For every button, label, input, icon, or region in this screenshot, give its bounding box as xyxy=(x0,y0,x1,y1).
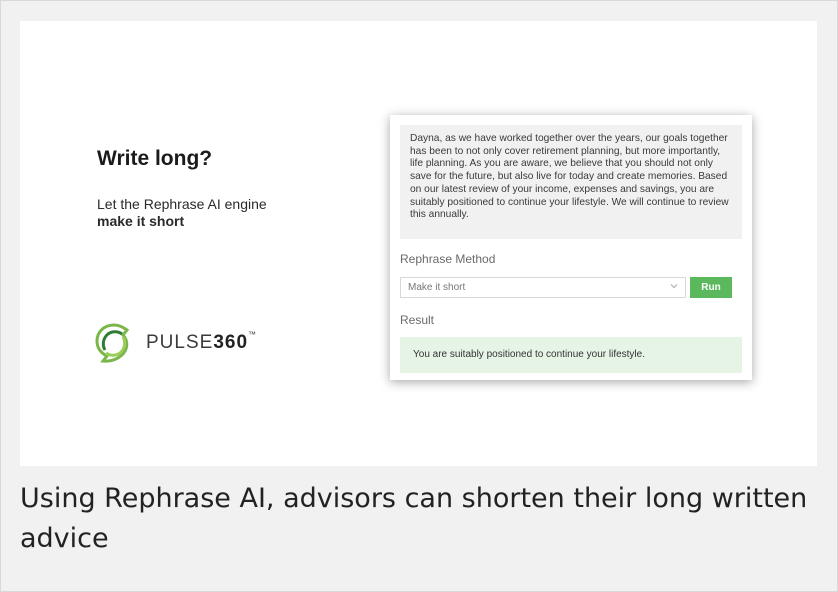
chevron-down-icon xyxy=(670,284,678,289)
source-text-area[interactable]: Dayna, as we have worked together over t… xyxy=(400,125,742,239)
rephrase-method-select[interactable]: Make it short xyxy=(400,277,686,298)
result-text: You are suitably positioned to continue … xyxy=(400,337,742,373)
run-button[interactable]: Run xyxy=(690,277,732,298)
caption: Using Rephrase AI, advisors can shorten … xyxy=(20,483,808,554)
logo-wordmark: PULSE360™ xyxy=(146,330,258,353)
subheadline: Let the Rephrase AI engine make it short xyxy=(97,196,267,230)
rephrase-method-label: Rephrase Method xyxy=(400,252,496,266)
card: Write long? Let the Rephrase AI engine m… xyxy=(0,0,838,592)
pulse360-logo-icon xyxy=(95,323,130,363)
subheadline-text: Let the Rephrase AI engine xyxy=(97,196,267,212)
subheadline-bold: make it short xyxy=(97,213,185,229)
rephrase-app-panel: Dayna, as we have worked together over t… xyxy=(390,115,752,380)
screenshot-slide: Write long? Let the Rephrase AI engine m… xyxy=(20,21,817,466)
pulse360-logo: PULSE360™ xyxy=(92,321,257,365)
rephrase-method-value: Make it short xyxy=(408,282,466,293)
headline: Write long? xyxy=(97,147,213,170)
result-label: Result xyxy=(400,313,435,327)
